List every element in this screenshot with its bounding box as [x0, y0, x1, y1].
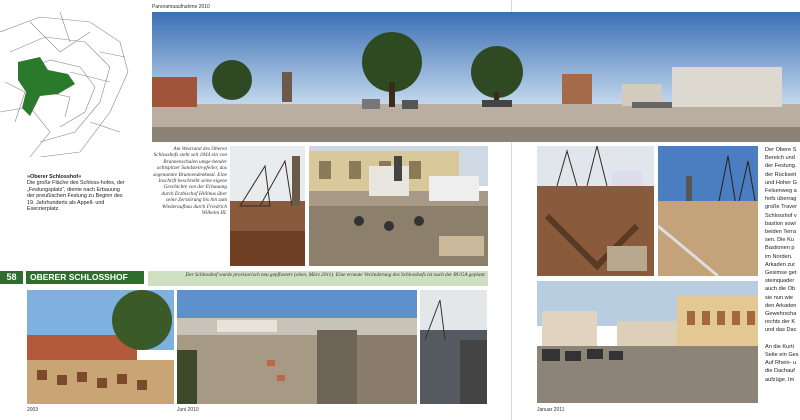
photo-right-plaza: [658, 146, 758, 276]
header-title: Panoramaaufnahme 2010: [152, 4, 210, 10]
photo-januar-2011: [537, 281, 758, 403]
text-line: Arkaden zur: [765, 261, 796, 268]
text-line: Seite ein Ges: [765, 352, 799, 359]
section-title: OBERER SCHLOSSHOF: [26, 271, 144, 284]
text-line: und Hoher G: [765, 179, 798, 186]
photo-construction: [309, 146, 488, 266]
map-caption-body: Die große Fläche des Schloss-hofes, der …: [27, 180, 125, 213]
text-line: steinquader: [765, 278, 795, 285]
bottom-caption: Der Schlosshof wurde provisorisch neu ge…: [185, 272, 486, 278]
text-line: Felsenweg a: [765, 188, 797, 195]
text-line: sen. Die Ku: [765, 237, 794, 244]
text-line: große Traver: [765, 204, 798, 211]
date-januar-2011: Januar 2011: [537, 407, 565, 413]
text-line: Bereich und: [765, 155, 795, 162]
text-line: Schlosshof v: [765, 212, 797, 219]
text-line: und das Dac: [765, 327, 797, 334]
text-line: hofs überrag: [765, 196, 797, 203]
text-line: der Festung.: [765, 163, 797, 170]
text-line: [765, 335, 800, 343]
text-line: aufzüge. Im: [765, 376, 795, 383]
brunnen-caption: Am Westrand des Oberen Schlosshofs steht…: [153, 146, 227, 217]
date-juni-2010: Juni 2010: [177, 407, 199, 413]
text-line: Gewehrscha: [765, 311, 797, 318]
photo-juni-2010-right: [420, 290, 487, 404]
text-line: sie nun wie: [765, 294, 793, 301]
map-caption: »Oberer Schlosshof« Die große Fläche des…: [27, 174, 127, 212]
right-column-text: Der Obere S Bereich und der Festung. der…: [765, 146, 800, 384]
date-2003: 2003: [27, 407, 39, 413]
text-line: den Arkaden: [765, 302, 797, 309]
text-line: im Norden.: [765, 253, 793, 260]
text-line: auch die Ob: [765, 286, 796, 293]
text-line: bastion sowi: [765, 220, 796, 227]
photo-right-construction: [537, 146, 654, 276]
text-line: der Rückseit: [765, 171, 797, 178]
text-line: Bastionen p: [765, 245, 795, 252]
text-line: beiden Terra: [765, 229, 796, 236]
text-line: Der Obere S: [765, 147, 797, 153]
text-line: Auf Rhein- u: [765, 360, 797, 367]
photo-2003: [27, 290, 174, 404]
photo-monument-trees: [230, 146, 305, 266]
text-line: rechts der K: [765, 319, 796, 326]
text-line: die Dachauf: [765, 368, 795, 375]
photo-juni-2010: [177, 290, 417, 404]
text-line: An die Kurti: [765, 343, 794, 350]
page-number: 58: [0, 271, 23, 284]
site-map: [0, 12, 130, 157]
text-line: Gesimse get: [765, 270, 797, 277]
panorama-photo: [152, 12, 800, 142]
